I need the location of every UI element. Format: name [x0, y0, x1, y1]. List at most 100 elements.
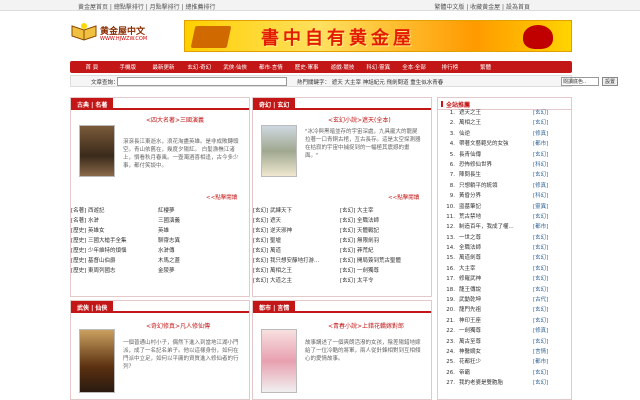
book-link[interactable]: [玄幻] 萬道 [253, 246, 340, 256]
book-link[interactable]: [歷史] 東周列國志 [71, 266, 158, 276]
book-link[interactable]: 聊齋志異 [158, 236, 245, 246]
top-links-left[interactable]: 黄金屋首页 | 總點擊排行 | 月點擊排行 | 總推薦排行 [78, 2, 216, 11]
rank-title[interactable]: 一劍獨尊 [459, 328, 481, 334]
nav-item[interactable]: 手機版 [110, 63, 146, 71]
book-link[interactable]: [玄幻] 莽荒紀 [340, 246, 427, 256]
rank-title[interactable]: 帶著文藝範兒的女強 [459, 141, 509, 147]
rank-row[interactable]: 8. 只想躺平的統領 [修真] [441, 181, 572, 191]
rank-title[interactable]: 大主宰 [459, 266, 476, 272]
rank-row[interactable]: 15. 萬道劍尊 [玄幻] [441, 253, 572, 263]
nav-item[interactable]: 都市·言情 [253, 63, 289, 71]
book-link[interactable]: [玄幻] 無限劍羽 [340, 236, 427, 246]
nav-item[interactable]: 全本·全部 [396, 63, 432, 71]
nav-item[interactable]: 最新更新 [146, 63, 182, 71]
rank-row[interactable]: 27. 我的老婆是雙胞胎 [玄幻] [441, 378, 572, 388]
book-link[interactable]: [玄幻] 開局簽到荒古聖體 [340, 256, 427, 266]
book-link[interactable]: 金陵夢 [158, 266, 245, 276]
rank-title[interactable]: 我的老婆是雙胞胎 [459, 380, 503, 386]
book-link[interactable]: 紅樓夢 [158, 206, 245, 216]
book-link[interactable]: [玄幻] 萬相之王 [253, 266, 340, 276]
nav-item[interactable]: 科幻·靈異 [360, 63, 396, 71]
nav-item[interactable]: 歷史·軍事 [289, 63, 325, 71]
rank-title[interactable]: 神印王座 [459, 318, 481, 324]
rank-row[interactable]: 20. 龍門先祖 [玄幻] [441, 305, 572, 315]
nav-item[interactable]: 遊戲·競技 [325, 63, 361, 71]
hot-keywords[interactable]: 熱門關鍵字： 遮天 大主宰 神話紀元 飛劍問道 重生似水青春 [297, 78, 443, 86]
nav-item[interactable]: 首 頁 [74, 63, 110, 71]
rank-row[interactable]: 14. 全職法師 [玄幻] [441, 243, 572, 253]
featured-title[interactable]: <青春小說>上錯花轎嫁對郎 [328, 321, 404, 330]
rank-row[interactable]: 17. 修羅武神 [玄幻] [441, 274, 572, 284]
header-banner[interactable]: 書中自有黄金屋 [184, 20, 572, 52]
book-link[interactable]: [玄幻] 逆天邪神 [253, 226, 340, 236]
book-link[interactable]: [名著] 水滸 [71, 216, 158, 226]
rank-row[interactable]: 1. 遮天之王 [玄幻] [441, 108, 572, 118]
rank-title[interactable]: 修羅武神 [459, 276, 481, 282]
book-cover[interactable] [79, 329, 115, 393]
rank-title[interactable]: 荒古禁地 [459, 214, 481, 220]
settings-button[interactable]: 設置 [602, 77, 618, 86]
book-cover[interactable] [79, 125, 115, 177]
rank-title[interactable]: 制造百年，我成了權... [459, 224, 514, 230]
featured-title[interactable]: <四大名著>三國演義 [146, 115, 204, 124]
rank-title[interactable]: 全職法師 [459, 245, 481, 251]
rank-title[interactable]: 陣問長生 [459, 172, 481, 178]
panel-title[interactable]: 古典 | 名著 [71, 98, 114, 109]
rank-row[interactable]: 22. 一劍獨尊 [修真] [441, 326, 572, 336]
rank-row[interactable]: 3. 仙逆 [修真] [441, 129, 572, 139]
rank-row[interactable]: 10. 盜墓筆記 [靈異] [441, 202, 572, 212]
book-link[interactable]: [歷史] 三國大槍手全集 [71, 236, 158, 246]
rank-row[interactable]: 2. 萬相之王 [玄幻] [441, 118, 572, 128]
rank-title[interactable]: 盜墓筆記 [459, 204, 481, 210]
rank-title[interactable]: 只想躺平的統領 [459, 183, 498, 189]
rank-row[interactable]: 25. 花都狂少 [都市] [441, 357, 572, 367]
rank-title[interactable]: 萬相之王 [459, 120, 481, 126]
rank-title[interactable]: 帝霸 [459, 370, 470, 376]
rank-title[interactable]: 一世之尊 [459, 235, 481, 241]
rank-title[interactable]: 萬道劍尊 [459, 255, 481, 261]
rank-title[interactable]: 仙逆 [459, 131, 470, 137]
book-link[interactable]: [玄幻] 大道之主 [253, 276, 340, 286]
rank-row[interactable]: 23. 萬古至尊 [玄幻] [441, 337, 572, 347]
rank-title[interactable]: 龍王傳說 [459, 287, 481, 293]
rank-row[interactable]: 18. 龍王傳說 [玄幻] [441, 285, 572, 295]
rank-title[interactable]: 神醫嫡女 [459, 349, 481, 355]
rank-row[interactable]: 6. 恐怖修仙世界 [科幻] [441, 160, 572, 170]
read-more-link[interactable]: <<點擊閱讀 [206, 193, 237, 201]
book-link[interactable]: [玄幻] 天體戰記 [340, 226, 427, 236]
nav-item[interactable]: 玄幻·奇幻 [181, 63, 217, 71]
rank-row[interactable]: 19. 武動乾坤 [古代] [441, 295, 572, 305]
rank-row[interactable]: 11. 荒古禁地 [玄幻] [441, 212, 572, 222]
panel-title[interactable]: 武俠 | 仙俠 [71, 301, 114, 312]
rank-row[interactable]: 5. 長青仙傳 [玄幻] [441, 150, 572, 160]
rank-row[interactable]: 7. 陣問長生 [玄幻] [441, 170, 572, 180]
rank-title[interactable]: 黃昏分界 [459, 193, 481, 199]
rank-row[interactable]: 24. 神醫嫡女 [言情] [441, 347, 572, 357]
book-link[interactable]: [玄幻] 一劍獨尊 [340, 266, 427, 276]
book-link[interactable]: 水滸傳 [158, 246, 245, 256]
book-link[interactable]: 木馬之蓋 [158, 256, 245, 266]
book-link[interactable]: 英雄 [158, 226, 245, 236]
book-link[interactable]: 三國演義 [158, 216, 245, 226]
rank-title[interactable]: 長青仙傳 [459, 152, 481, 158]
rank-title[interactable]: 龍門先祖 [459, 307, 481, 313]
panel-title[interactable]: 奇幻 | 玄幻 [253, 98, 296, 109]
book-link[interactable]: [玄幻] 武練天下 [253, 206, 340, 216]
rank-title[interactable]: 恐怖修仙世界 [459, 162, 492, 168]
nav-item[interactable]: 排行榜 [432, 63, 468, 71]
book-link[interactable]: [玄幻] 我只想安靜地打游... [253, 256, 340, 266]
book-link[interactable]: [玄幻] 聖墟 [253, 236, 340, 246]
rank-row[interactable]: 26. 帝霸 [玄幻] [441, 368, 572, 378]
book-link[interactable]: [歷史] 英雄女 [71, 226, 158, 236]
book-link[interactable]: [玄幻] 全職法師 [340, 216, 427, 226]
rank-row[interactable]: 21. 神印王座 [玄幻] [441, 316, 572, 326]
search-input[interactable] [117, 77, 287, 86]
book-link[interactable]: [玄幻] 太平令 [340, 276, 427, 286]
featured-title[interactable]: <玄幻小說>遮天(全本) [328, 115, 391, 124]
book-cover[interactable] [261, 329, 297, 393]
nav-item[interactable]: 武俠·仙俠 [217, 63, 253, 71]
panel-title[interactable]: 都市 | 言情 [253, 301, 296, 312]
nav-item[interactable]: 繁體 [468, 63, 504, 71]
book-link[interactable]: [玄幻] 遮天 [253, 216, 340, 226]
book-link[interactable]: [玄幻] 大主宰 [340, 206, 427, 216]
